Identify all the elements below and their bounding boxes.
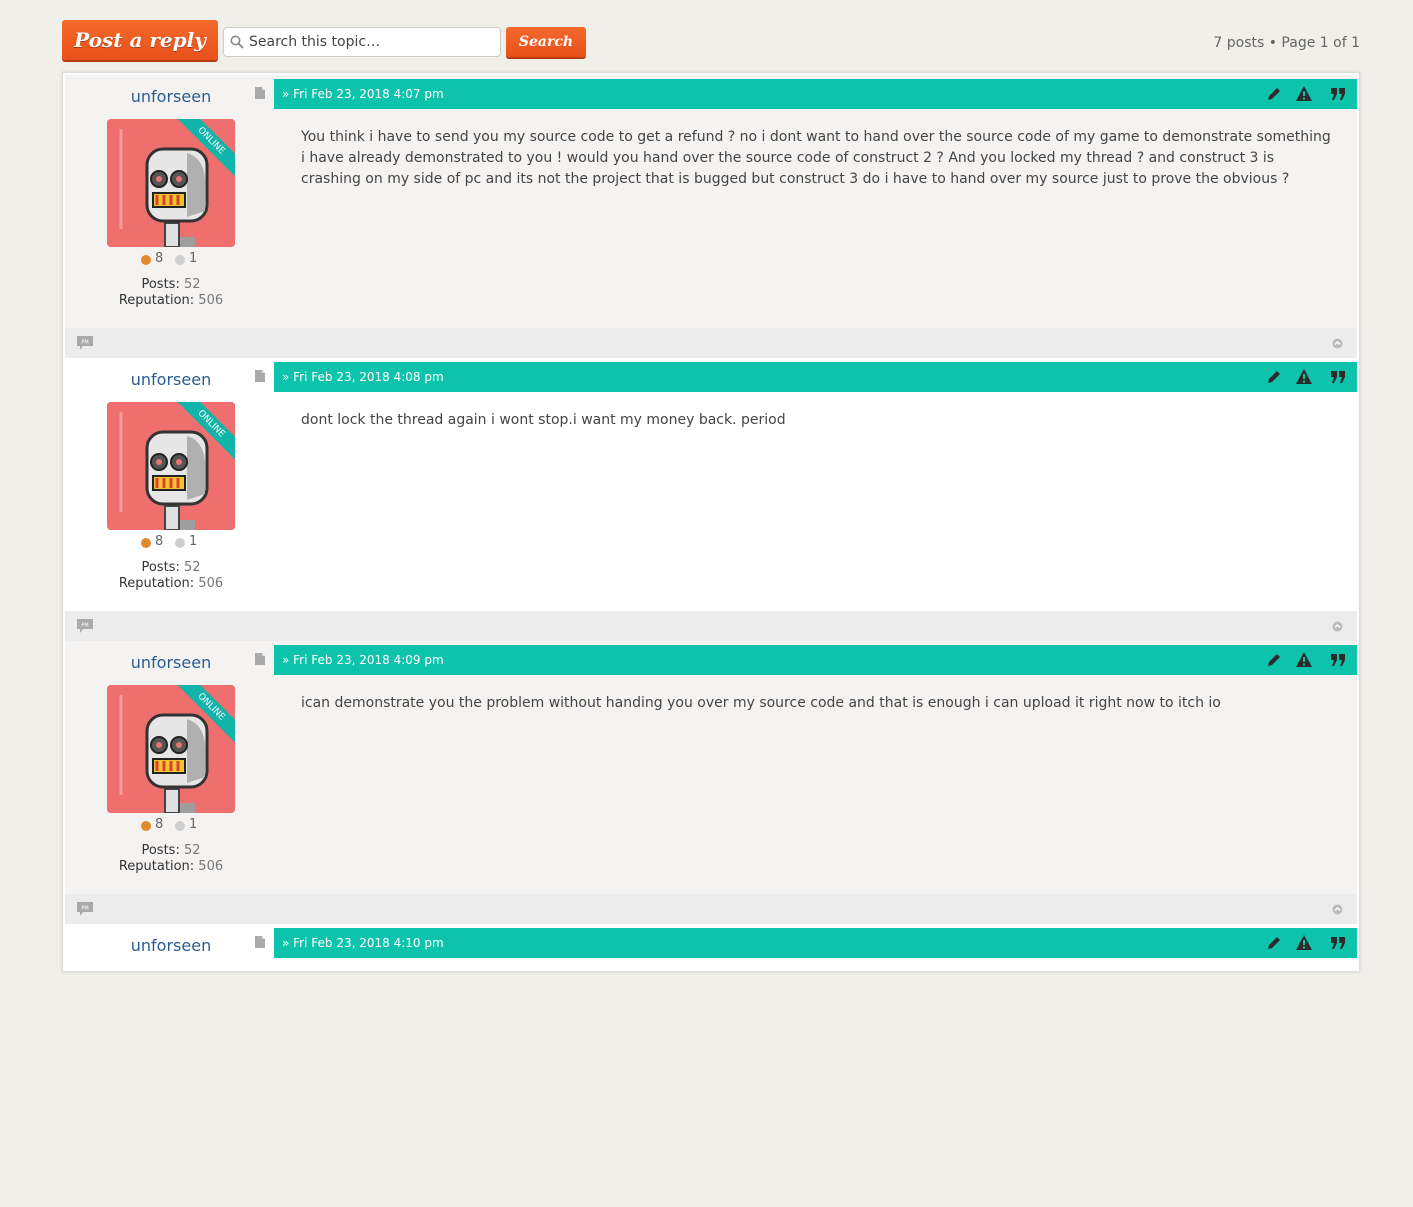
username-link[interactable]: unforseen (65, 87, 277, 106)
gold-medal-count: 8 (155, 251, 164, 266)
posts-count-label: Posts: (141, 843, 180, 858)
post-content: dont lock the thread again i wont stop.i… (301, 412, 786, 428)
posts-container: unforseen ONLINE 8 1 Posts: 52 Reputatio… (62, 72, 1360, 972)
report-warning-icon[interactable] (1295, 368, 1313, 386)
medals: 8 1 (65, 817, 277, 835)
post-footer: PM (65, 328, 1357, 358)
reputation-value: 506 (198, 859, 224, 874)
silver-medal-icon (175, 255, 185, 265)
search-topic-input[interactable] (249, 29, 494, 55)
post-header-bar: » Fri Feb 23, 2018 4:09 pm (274, 645, 1357, 675)
post-link-icon[interactable] (255, 936, 265, 948)
quote-icon[interactable] (1329, 368, 1347, 386)
post-footer: PM (65, 894, 1357, 924)
medals: 8 1 (65, 534, 277, 552)
post-body: unforseen ONLINE 8 1 Posts: 52 Reputatio… (65, 641, 1357, 894)
post-date[interactable]: » Fri Feb 23, 2018 4:10 pm (282, 928, 444, 958)
reputation-value: 506 (198, 576, 224, 591)
edit-pencil-icon[interactable] (1265, 368, 1283, 386)
posts-count-line: Posts: 52 (65, 843, 277, 858)
post: unforseen ONLINE 8 1 Posts: 52 Reputatio… (65, 641, 1357, 924)
posts-count-value: 52 (183, 560, 201, 575)
silver-medal-icon (175, 538, 185, 548)
report-warning-icon[interactable] (1295, 85, 1313, 103)
edit-pencil-icon[interactable] (1265, 651, 1283, 669)
silver-medal-count: 1 (189, 251, 198, 266)
edit-pencil-icon[interactable] (1265, 85, 1283, 103)
posts-count-label: Posts: (141, 277, 180, 292)
pm-label: PM (81, 340, 88, 346)
gold-medal-icon (141, 538, 151, 548)
silver-medal-icon (175, 821, 185, 831)
reputation-line: Reputation: 506 (65, 576, 277, 591)
post-footer: PM (65, 611, 1357, 641)
post-header-bar: » Fri Feb 23, 2018 4:10 pm (274, 928, 1357, 958)
medals: 8 1 (65, 251, 277, 269)
post-profile: unforseen (65, 75, 277, 328)
post-profile: unforseen (65, 641, 277, 894)
search-button[interactable]: Search (506, 27, 586, 57)
username-link[interactable]: unforseen (65, 936, 277, 955)
username-link[interactable]: unforseen (65, 653, 277, 672)
post-date[interactable]: » Fri Feb 23, 2018 4:08 pm (282, 362, 444, 392)
pm-label: PM (81, 906, 88, 912)
post-link-icon[interactable] (255, 87, 265, 99)
avatar[interactable]: ONLINE (107, 402, 235, 530)
pm-icon[interactable]: PM (77, 619, 93, 633)
post-body: unforseen ONLINE 8 1 Posts: 52 Reputatio… (65, 75, 1357, 328)
post-header-bar: » Fri Feb 23, 2018 4:08 pm (274, 362, 1357, 392)
search-icon (230, 35, 244, 49)
posts-count-value: 52 (183, 277, 201, 292)
post-body: unforseen ONLINE 8 1 Posts: 52 Reputatio… (65, 358, 1357, 611)
gold-medal-count: 8 (155, 817, 164, 832)
gold-medal-icon (141, 255, 151, 265)
reputation-label: Reputation: (118, 576, 195, 591)
posts-count-line: Posts: 52 (65, 560, 277, 575)
post-profile: unforseen (65, 924, 277, 1177)
gold-medal-icon (141, 821, 151, 831)
back-to-top-icon[interactable] (1332, 904, 1343, 915)
avatar[interactable]: ONLINE (107, 685, 235, 813)
avatar[interactable]: ONLINE (107, 119, 235, 247)
quote-icon[interactable] (1329, 934, 1347, 952)
quote-icon[interactable] (1329, 85, 1347, 103)
reputation-line: Reputation: 506 (65, 859, 277, 874)
post-link-icon[interactable] (255, 370, 265, 382)
reputation-label: Reputation: (118, 859, 195, 874)
pm-icon[interactable]: PM (77, 902, 93, 916)
post-link-icon[interactable] (255, 653, 265, 665)
post-body: unforseen » Fri Feb 23, 2018 4:10 pm (65, 924, 1357, 1177)
posts-count-label: Posts: (141, 560, 180, 575)
post: unforseen » Fri Feb 23, 2018 4:10 pm (65, 924, 1357, 1207)
back-to-top-icon[interactable] (1332, 621, 1343, 632)
reputation-value: 506 (198, 293, 224, 308)
posts-count-value: 52 (183, 843, 201, 858)
quote-icon[interactable] (1329, 651, 1347, 669)
post: unforseen ONLINE 8 1 Posts: 52 Reputatio… (65, 358, 1357, 641)
post-date[interactable]: » Fri Feb 23, 2018 4:07 pm (282, 79, 444, 109)
post: unforseen ONLINE 8 1 Posts: 52 Reputatio… (65, 75, 1357, 358)
posts-count-line: Posts: 52 (65, 277, 277, 292)
reputation-label: Reputation: (118, 293, 195, 308)
report-warning-icon[interactable] (1295, 934, 1313, 952)
report-warning-icon[interactable] (1295, 651, 1313, 669)
username-link[interactable]: unforseen (65, 370, 277, 389)
topic-action-bar: Post a reply Search 7 posts • Page 1 of … (62, 20, 1360, 64)
reputation-line: Reputation: 506 (65, 293, 277, 308)
post-header-bar: » Fri Feb 23, 2018 4:07 pm (274, 79, 1357, 109)
edit-pencil-icon[interactable] (1265, 934, 1283, 952)
back-to-top-icon[interactable] (1332, 338, 1343, 349)
post-content: ican demonstrate you the problem without… (301, 695, 1221, 711)
pm-label: PM (81, 623, 88, 629)
silver-medal-count: 1 (189, 817, 198, 832)
search-topic-box (223, 27, 501, 57)
post-profile: unforseen (65, 358, 277, 611)
gold-medal-count: 8 (155, 534, 164, 549)
post-date[interactable]: » Fri Feb 23, 2018 4:09 pm (282, 645, 444, 675)
post-reply-button[interactable]: Post a reply (62, 20, 218, 60)
silver-medal-count: 1 (189, 534, 198, 549)
pagination-info: 7 posts • Page 1 of 1 (1213, 35, 1360, 51)
pm-icon[interactable]: PM (77, 336, 93, 350)
post-content: You think i have to send you my source c… (301, 129, 1331, 187)
